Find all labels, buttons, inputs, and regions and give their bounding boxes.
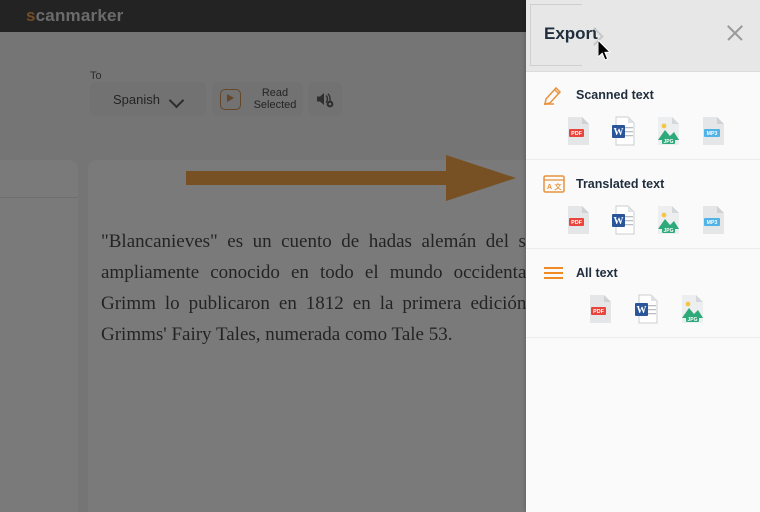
svg-text:JPG: JPG: [687, 317, 697, 323]
export-section-scanned-text: Scanned text PDF W JPG MP3: [526, 71, 760, 160]
export-pdf-button[interactable]: PDF: [588, 294, 614, 324]
export-drawer-header: Export: [526, 0, 760, 72]
section-file-list: PDF W: [526, 294, 760, 324]
export-jpg-button[interactable]: JPG: [656, 116, 682, 146]
export-drawer: Export Scanned text PDF W JPG MP3 A 文 Tr…: [526, 0, 760, 512]
section-title: All text: [576, 266, 618, 280]
section-header: A 文 Translated text: [526, 172, 760, 196]
export-word-button[interactable]: W: [611, 116, 637, 146]
section-file-list: PDF W: [526, 205, 760, 235]
export-mp3-button[interactable]: MP3: [701, 116, 727, 146]
svg-text:W: W: [614, 216, 624, 227]
svg-text:W: W: [614, 127, 624, 138]
section-header: Scanned text: [526, 83, 760, 107]
export-section-translated-text: A 文 Translated text PDF W JPG MP3: [526, 160, 760, 249]
export-pdf-button[interactable]: PDF: [566, 205, 592, 235]
export-jpg-button[interactable]: JPG: [656, 205, 682, 235]
list-lines-icon: [542, 262, 566, 284]
svg-text:A: A: [547, 184, 552, 191]
chevron-right-icon: [588, 26, 600, 46]
export-jpg-button[interactable]: JPG: [680, 294, 706, 324]
section-title: Scanned text: [576, 88, 654, 102]
svg-text:JPG: JPG: [663, 139, 673, 145]
section-header: All text: [526, 261, 760, 285]
svg-text:JPG: JPG: [663, 228, 673, 234]
export-word-button[interactable]: W: [611, 205, 637, 235]
close-icon[interactable]: [724, 22, 746, 44]
svg-text:PDF: PDF: [571, 220, 582, 226]
export-section-all-text: All text PDF W JPG: [526, 249, 760, 338]
app-root: odaymmrimms' "Blancanieves" es un cuento…: [0, 0, 760, 512]
export-pdf-button[interactable]: PDF: [566, 116, 592, 146]
highlighter-pen-icon: [542, 84, 566, 106]
svg-text:文: 文: [555, 182, 563, 191]
section-title: Translated text: [576, 177, 665, 191]
svg-text:PDF: PDF: [571, 131, 582, 137]
export-mp3-button[interactable]: MP3: [701, 205, 727, 235]
svg-text:W: W: [637, 305, 647, 316]
svg-text:MP3: MP3: [707, 220, 718, 226]
svg-text:MP3: MP3: [707, 131, 718, 137]
export-sections: Scanned text PDF W JPG MP3 A 文 Translate…: [526, 71, 760, 338]
export-word-button[interactable]: W: [634, 294, 660, 324]
translate-icon: A 文: [542, 173, 566, 195]
section-file-list: PDF W: [526, 116, 760, 146]
svg-text:PDF: PDF: [593, 309, 604, 315]
